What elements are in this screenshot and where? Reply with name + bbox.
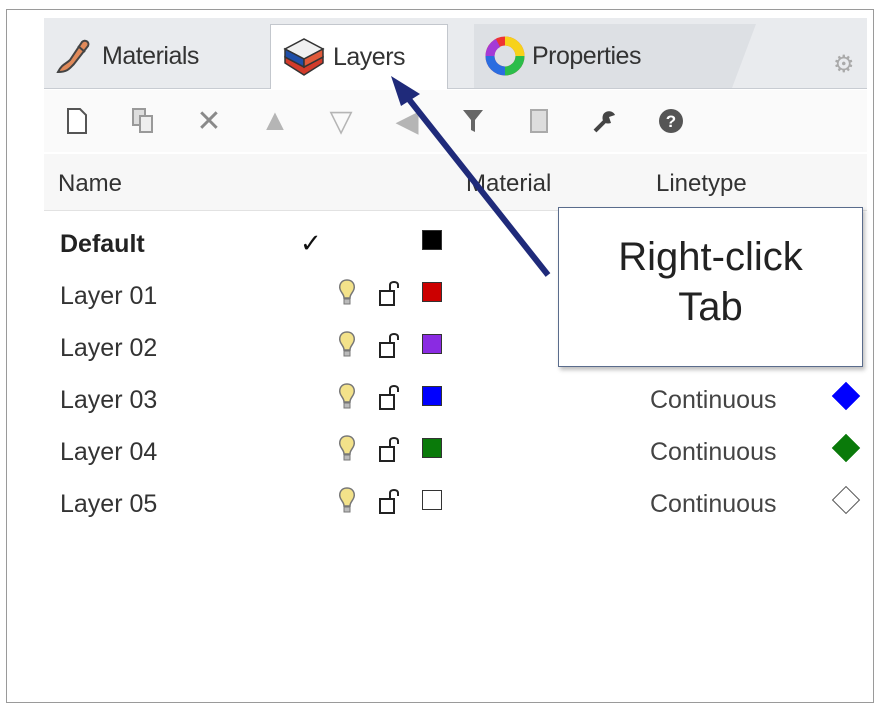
properties-ring-icon — [485, 36, 525, 76]
new-sublayer-icon[interactable] — [110, 97, 176, 145]
layer-name[interactable]: Layer 05 — [60, 490, 157, 519]
layer-row[interactable]: Layer 05 Continuous — [44, 478, 867, 530]
unlock-icon[interactable] — [378, 330, 402, 360]
move-down-icon[interactable]: ▽ — [308, 97, 374, 145]
document-icon[interactable] — [506, 97, 572, 145]
layer-row[interactable]: Layer 03 Continuous — [44, 374, 867, 426]
layer-color-swatch[interactable] — [422, 386, 442, 406]
layers-toolbar: ✕ ▲ ▽ ◀ ? — [44, 90, 867, 152]
layer-color-swatch[interactable] — [422, 490, 442, 510]
layer-color-swatch[interactable] — [422, 230, 442, 250]
visibility-bulb-icon[interactable] — [338, 486, 356, 516]
move-up-icon[interactable]: ▲ — [242, 97, 308, 145]
column-linetype[interactable]: Linetype — [656, 170, 747, 198]
callout-line-1: Right-click — [618, 235, 803, 279]
layer-linetype[interactable]: Continuous — [650, 386, 776, 415]
move-left-icon[interactable]: ◀ — [374, 97, 440, 145]
tab-layers-label: Layers — [333, 42, 406, 71]
visibility-bulb-icon[interactable] — [338, 330, 356, 360]
column-header: Name Material Linetype — [44, 154, 867, 211]
callout-line-2: Tab — [678, 285, 743, 329]
delete-icon[interactable]: ✕ — [176, 97, 242, 145]
callout-box: Right-click Tab — [558, 207, 863, 367]
unlock-icon[interactable] — [378, 486, 402, 516]
layer-color-swatch[interactable] — [422, 438, 442, 458]
tab-properties[interactable]: Properties — [474, 24, 756, 88]
tab-materials-label: Materials — [102, 41, 199, 70]
materials-brush-icon — [56, 39, 90, 74]
tab-materials[interactable]: Materials — [52, 24, 280, 88]
layer-name[interactable]: Layer 02 — [60, 334, 157, 363]
layer-name[interactable]: Layer 03 — [60, 386, 157, 415]
layer-linetype[interactable]: Continuous — [650, 490, 776, 519]
visibility-bulb-icon[interactable] — [338, 278, 356, 308]
column-material[interactable]: Material — [466, 170, 551, 198]
svg-text:?: ? — [666, 112, 676, 131]
help-icon[interactable]: ? — [638, 97, 704, 145]
layers-icon — [283, 38, 325, 76]
column-name[interactable]: Name — [58, 170, 122, 198]
unlock-icon[interactable] — [378, 382, 402, 412]
print-color-diamond-icon[interactable] — [831, 381, 861, 411]
unlock-icon[interactable] — [378, 278, 402, 308]
print-color-diamond-icon[interactable] — [831, 485, 861, 515]
layer-linetype[interactable]: Continuous — [650, 438, 776, 467]
layer-color-swatch[interactable] — [422, 282, 442, 302]
visibility-bulb-icon[interactable] — [338, 434, 356, 464]
layer-name[interactable]: Layer 04 — [60, 438, 157, 467]
layer-color-swatch[interactable] — [422, 334, 442, 354]
layer-name[interactable]: Default — [60, 230, 145, 259]
tools-icon[interactable] — [572, 97, 638, 145]
unlock-icon[interactable] — [378, 434, 402, 464]
filter-icon[interactable] — [440, 97, 506, 145]
layer-name[interactable]: Layer 01 — [60, 282, 157, 311]
print-color-diamond-icon[interactable] — [831, 433, 861, 463]
gear-icon[interactable]: ⚙ — [833, 52, 859, 78]
tab-properties-label: Properties — [532, 41, 641, 70]
tab-layers[interactable]: Layers — [270, 24, 448, 89]
visibility-bulb-icon[interactable] — [338, 382, 356, 412]
current-layer-checkmark-icon[interactable]: ✓ — [300, 228, 322, 259]
new-layer-icon[interactable] — [44, 97, 110, 145]
layer-row[interactable]: Layer 04 Continuous — [44, 426, 867, 478]
panel-tab-bar: Materials Properties Layers ⚙ — [44, 18, 867, 89]
